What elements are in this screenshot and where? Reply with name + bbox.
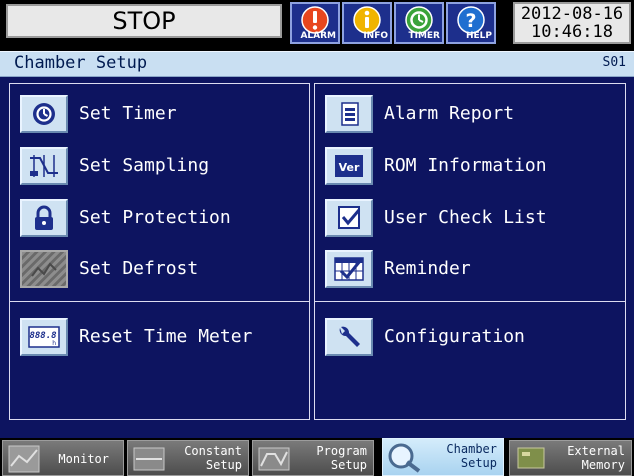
configuration-item[interactable]: Configuration (325, 318, 605, 356)
tab-chamber-setup[interactable]: Chamber Setup (382, 438, 504, 476)
tab-program-setup[interactable]: Program Setup (252, 440, 374, 476)
tab-program-setup-line1: Program (316, 444, 367, 458)
clock-time: 10:46:18 (531, 22, 613, 42)
help-button[interactable]: ? HELP (446, 2, 496, 44)
rom-information-button[interactable]: Ver (325, 147, 373, 185)
reminder-label: Reminder (384, 258, 471, 279)
screen-title-bar: Chamber Setup S01 (0, 51, 634, 77)
reminder-item[interactable]: Reminder (325, 250, 605, 288)
reminder-icon (334, 257, 364, 281)
info-button[interactable]: INFO (342, 2, 392, 44)
set-defrost-button[interactable] (20, 250, 68, 288)
tab-monitor[interactable]: Monitor (2, 440, 124, 476)
tab-monitor-label: Monitor (58, 452, 109, 466)
reset-time-meter-label: Reset Time Meter (79, 326, 253, 347)
clock-display: 2012-08-16 10:46:18 (513, 2, 631, 44)
alarm-report-item[interactable]: Alarm Report (325, 95, 605, 133)
lock-icon (35, 205, 53, 230)
reminder-button[interactable] (325, 250, 373, 288)
reset-time-meter-item[interactable]: 888.8 h Reset Time Meter (20, 318, 290, 356)
alarm-report-button[interactable] (325, 95, 373, 133)
run-status-display: STOP (6, 4, 282, 38)
tab-chamber-setup-line1: Chamber (446, 442, 497, 456)
left-panel-divider (10, 301, 309, 302)
time-meter-icon-unit: h (52, 340, 56, 347)
tab-program-setup-line2: Setup (330, 458, 367, 472)
ver-icon-text: Ver (339, 161, 360, 174)
tab-constant-setup-line2: Setup (205, 458, 242, 472)
set-timer-label: Set Timer (79, 103, 177, 124)
set-defrost-label: Set Defrost (79, 258, 199, 279)
ver-icon: Ver (335, 155, 363, 177)
svg-text:?: ? (465, 10, 476, 32)
user-check-list-item[interactable]: User Check List (325, 199, 605, 237)
timer-button[interactable]: TIMER (394, 2, 444, 44)
rom-information-label: ROM Information (384, 155, 547, 176)
tab-constant-setup[interactable]: Constant Setup (127, 440, 249, 476)
external-memory-icon (517, 447, 545, 469)
clock-date: 2012-08-16 (520, 4, 624, 24)
timer-button-label: TIMER (408, 31, 440, 41)
set-protection-label: Set Protection (79, 207, 231, 228)
tab-external-memory-line1: External (567, 444, 625, 458)
alarm-button[interactable]: ALARM (290, 2, 340, 44)
set-sampling-label: Set Sampling (79, 155, 210, 176)
right-menu-panel: Alarm Report Ver ROM Information User Ch… (314, 83, 626, 420)
set-protection-button[interactable] (20, 199, 68, 237)
tab-chamber-setup-line2: Setup (460, 456, 497, 470)
alarm-button-label: ALARM (300, 31, 336, 41)
program-setup-icon (258, 447, 290, 471)
user-check-list-label: User Check List (384, 207, 547, 228)
alarm-report-label: Alarm Report (384, 103, 515, 124)
sampling-icon (30, 155, 58, 177)
help-button-label: HELP (465, 31, 492, 41)
info-button-label: INFO (363, 31, 388, 41)
set-sampling-item[interactable]: Set Sampling (20, 147, 290, 185)
set-timer-button[interactable] (20, 95, 68, 133)
configuration-label: Configuration (384, 326, 525, 347)
screen-code: S01 (602, 55, 626, 70)
bottom-tab-bar: Monitor Constant Setup Program Setup Cha… (0, 438, 634, 476)
tab-external-memory[interactable]: External Memory (509, 440, 632, 476)
left-menu-panel: Set Timer Set Sampling Set Protection Se… (9, 83, 310, 420)
set-sampling-button[interactable] (20, 147, 68, 185)
tab-constant-setup-line1: Constant (184, 444, 242, 458)
constant-setup-icon (133, 447, 165, 471)
chamber-setup-icon (388, 443, 421, 473)
tab-external-memory-line2: Memory (581, 458, 625, 472)
rom-information-item[interactable]: Ver ROM Information (325, 147, 605, 185)
page-title: Chamber Setup (14, 53, 148, 73)
configuration-button[interactable] (325, 318, 373, 356)
report-icon (341, 102, 359, 126)
defrost-icon (31, 262, 57, 277)
top-status-bar: STOP ALARM INFO TIMER ? HELP 2012-08-16 … (0, 0, 634, 46)
set-protection-item[interactable]: Set Protection (20, 199, 290, 237)
checklist-icon (338, 206, 361, 229)
wrench-icon (339, 326, 360, 347)
set-timer-item[interactable]: Set Timer (20, 95, 290, 133)
timer-icon (33, 103, 55, 125)
set-defrost-item[interactable]: Set Defrost (20, 250, 290, 288)
right-panel-divider (315, 301, 625, 302)
reset-time-meter-button[interactable]: 888.8 h (20, 318, 68, 356)
monitor-icon (8, 445, 40, 473)
main-area: Set Timer Set Sampling Set Protection Se… (0, 77, 634, 438)
time-meter-icon: 888.8 h (28, 326, 60, 348)
user-check-list-button[interactable] (325, 199, 373, 237)
